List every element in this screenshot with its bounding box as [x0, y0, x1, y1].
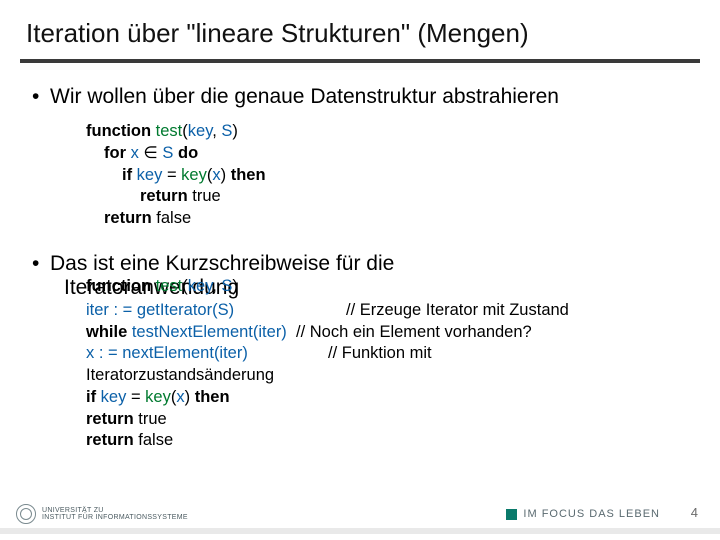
title-rule	[20, 59, 700, 63]
slide-body: • Wir wollen über die genaue Datenstrukt…	[20, 85, 700, 452]
code1-line5: return false	[86, 208, 688, 230]
code1-line4: return true	[86, 186, 688, 208]
university-seal-icon	[16, 504, 36, 524]
university-branding: UNIVERSITÄT ZU INSTITUT FÜR INFORMATIONS…	[16, 504, 188, 524]
code2-line0: function test(key, S)	[86, 277, 238, 296]
code2-line5: return true	[86, 409, 688, 431]
focus-branding: IM FOCUS DAS LEBEN	[506, 508, 660, 520]
university-line2: INSTITUT FÜR INFORMATIONSSYSTEME	[42, 514, 188, 521]
code2-line3: x : = nextElement(iter)// Funktion mit	[86, 343, 688, 365]
code-block-1: function test(key, S) for x ∈ S do if ke…	[86, 121, 688, 230]
bullet-dot-icon: •	[32, 252, 50, 276]
focus-square-icon	[506, 509, 517, 520]
code2-line4: if key = key(x) then	[86, 387, 688, 409]
code-block-2: iter : = getIterator(S)// Erzeuge Iterat…	[86, 300, 688, 452]
bullet-2-text: Das ist eine Kurzschreibweise für die	[50, 252, 688, 276]
code2-line2: while testNextElement(iter) // Noch ein …	[86, 322, 688, 344]
overlap-region: Iteratoranwendung function test(key, S)	[46, 276, 688, 300]
focus-label: IM FOCUS DAS LEBEN	[523, 508, 660, 520]
code2-line1: iter : = getIterator(S)// Erzeuge Iterat…	[86, 300, 688, 322]
university-line1: UNIVERSITÄT ZU	[42, 507, 188, 514]
footer-bar	[0, 528, 720, 534]
bullet-dot-icon: •	[32, 85, 50, 109]
code2-line3b: Iteratorzustandsänderung	[86, 365, 688, 387]
code1-line2: for x ∈ S do	[86, 143, 688, 165]
bullet-2: • Das ist eine Kurzschreibweise für die	[32, 252, 688, 276]
bullet-1: • Wir wollen über die genaue Datenstrukt…	[32, 85, 688, 109]
bullet-1-text: Wir wollen über die genaue Datenstruktur…	[50, 85, 688, 109]
footer: UNIVERSITÄT ZU INSTITUT FÜR INFORMATIONS…	[0, 498, 720, 534]
slide: Iteration über "lineare Strukturen" (Men…	[0, 0, 720, 540]
slide-title: Iteration über "lineare Strukturen" (Men…	[26, 18, 700, 49]
code2-line6: return false	[86, 430, 688, 452]
code1-line1: function test(key, S)	[86, 121, 688, 143]
code1-line3: if key = key(x) then	[86, 165, 688, 187]
page-number: 4	[691, 505, 698, 520]
